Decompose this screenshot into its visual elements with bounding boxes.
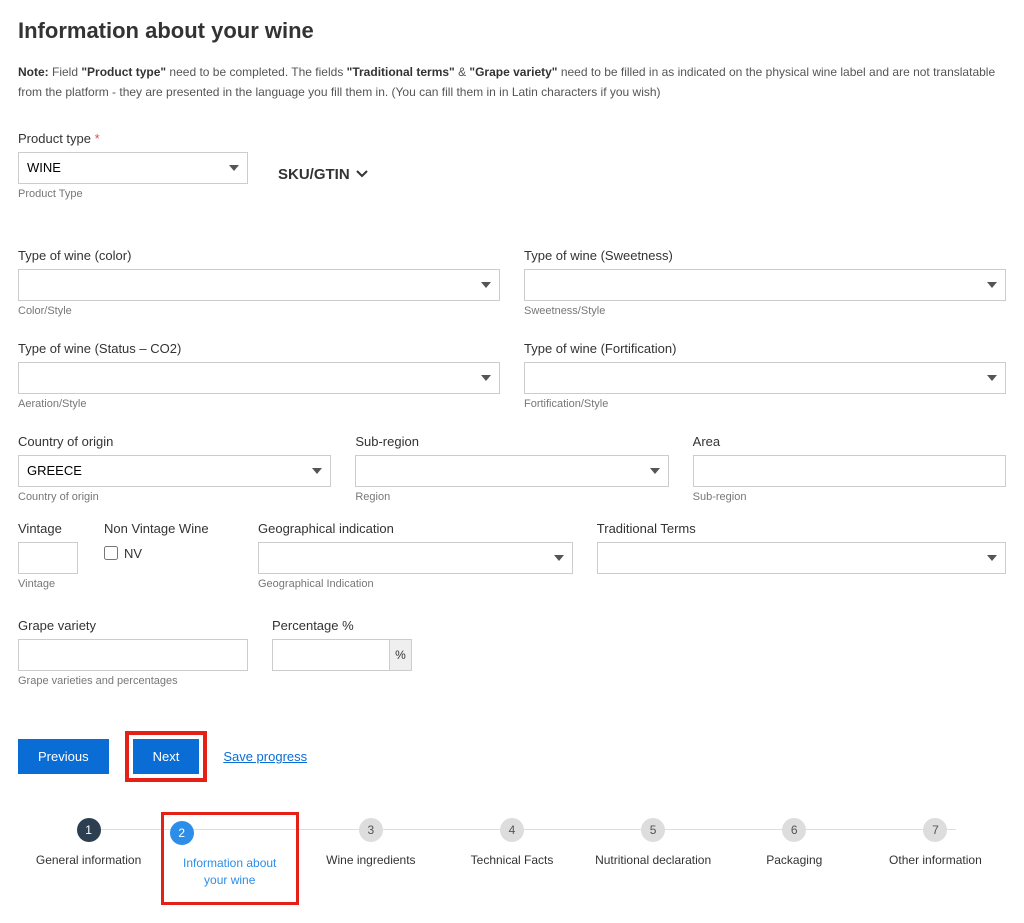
- grape-helper: Grape varieties and percentages: [18, 675, 248, 687]
- country-helper: Country of origin: [18, 491, 331, 503]
- step-3-label: Wine ingredients: [326, 852, 415, 869]
- pct-label: Percentage %: [272, 618, 412, 633]
- subregion-select[interactable]: [355, 455, 668, 487]
- nv-label: Non Vintage Wine: [104, 521, 234, 536]
- step-2-circle: 2: [170, 821, 194, 845]
- type-sweetness-select[interactable]: [524, 269, 1006, 301]
- sku-gtin-toggle[interactable]: SKU/GTIN: [278, 166, 368, 183]
- type-sweetness-field: Type of wine (Sweetness) Sweetness/Style: [524, 248, 1006, 317]
- product-type-label: Product type *: [18, 131, 248, 146]
- stepper: 1 General information 2 Information abou…: [18, 818, 1006, 906]
- step-5[interactable]: 5 Nutritional declaration: [583, 818, 724, 869]
- type-fort-field: Type of wine (Fortification) Fortificati…: [524, 341, 1006, 410]
- step-3[interactable]: 3 Wine ingredients: [300, 818, 441, 869]
- pct-input[interactable]: [272, 639, 390, 671]
- vintage-field: Vintage Vintage: [18, 521, 80, 590]
- type-sweetness-label: Type of wine (Sweetness): [524, 248, 1006, 263]
- type-sweetness-helper: Sweetness/Style: [524, 305, 1006, 317]
- step-2-highlight: 2 Information about your wine: [161, 812, 299, 906]
- area-label: Area: [693, 434, 1006, 449]
- previous-button[interactable]: Previous: [18, 739, 109, 774]
- type-status-helper: Aeration/Style: [18, 398, 500, 410]
- trad-select[interactable]: [597, 542, 1006, 574]
- trad-label: Traditional Terms: [597, 521, 1006, 536]
- grape-input[interactable]: [18, 639, 248, 671]
- country-label: Country of origin: [18, 434, 331, 449]
- step-5-label: Nutritional declaration: [595, 852, 711, 869]
- type-status-field: Type of wine (Status – CO2) Aeration/Sty…: [18, 341, 500, 410]
- subregion-field: Sub-region Region: [355, 434, 668, 503]
- geo-field: Geographical indication Geographical Ind…: [258, 521, 573, 590]
- save-progress-link[interactable]: Save progress: [223, 749, 307, 764]
- type-color-helper: Color/Style: [18, 305, 500, 317]
- grape-field: Grape variety Grape varieties and percen…: [18, 618, 248, 687]
- geo-label: Geographical indication: [258, 521, 573, 536]
- product-type-select[interactable]: WINE: [18, 152, 248, 184]
- vintage-helper: Vintage: [18, 578, 80, 590]
- next-button-highlight: Next: [125, 731, 208, 782]
- step-6[interactable]: 6 Packaging: [724, 818, 865, 869]
- vintage-label: Vintage: [18, 521, 80, 536]
- nv-checkbox[interactable]: [104, 546, 118, 560]
- type-color-label: Type of wine (color): [18, 248, 500, 263]
- step-4-label: Technical Facts: [471, 852, 554, 869]
- geo-select[interactable]: [258, 542, 573, 574]
- country-select[interactable]: GREECE: [18, 455, 331, 487]
- type-fort-helper: Fortification/Style: [524, 398, 1006, 410]
- grape-label: Grape variety: [18, 618, 248, 633]
- area-helper: Sub-region: [693, 491, 1006, 503]
- product-type-helper: Product Type: [18, 188, 248, 200]
- product-type-field: Product type * WINE Product Type: [18, 131, 248, 200]
- vintage-input[interactable]: [18, 542, 78, 574]
- area-input[interactable]: [693, 455, 1006, 487]
- note-text: Note: Field "Product type" need to be co…: [18, 62, 1006, 103]
- step-2-label: Information about your wine: [170, 855, 290, 889]
- step-7-label: Other information: [889, 852, 982, 869]
- next-button[interactable]: Next: [133, 739, 200, 774]
- step-1[interactable]: 1 General information: [18, 818, 159, 869]
- type-status-label: Type of wine (Status – CO2): [18, 341, 500, 356]
- step-2[interactable]: 2 Information about your wine: [159, 818, 300, 906]
- geo-helper: Geographical Indication: [258, 578, 573, 590]
- type-color-field: Type of wine (color) Color/Style: [18, 248, 500, 317]
- type-color-select[interactable]: [18, 269, 500, 301]
- nv-checkbox-label[interactable]: NV: [104, 546, 234, 561]
- pct-field: Percentage % %: [272, 618, 412, 687]
- nv-block: Non Vintage Wine NV: [104, 521, 234, 561]
- type-fort-label: Type of wine (Fortification): [524, 341, 1006, 356]
- step-6-label: Packaging: [766, 852, 822, 869]
- page-title: Information about your wine: [18, 18, 1006, 44]
- pct-suffix: %: [390, 639, 412, 671]
- type-fort-select[interactable]: [524, 362, 1006, 394]
- country-field: Country of origin GREECE Country of orig…: [18, 434, 331, 503]
- step-1-label: General information: [36, 852, 141, 869]
- trad-field: Traditional Terms: [597, 521, 1006, 574]
- area-field: Area Sub-region: [693, 434, 1006, 503]
- step-7[interactable]: 7 Other information: [865, 818, 1006, 869]
- subregion-label: Sub-region: [355, 434, 668, 449]
- subregion-helper: Region: [355, 491, 668, 503]
- chevron-down-icon: [356, 168, 368, 180]
- type-status-select[interactable]: [18, 362, 500, 394]
- step-4[interactable]: 4 Technical Facts: [441, 818, 582, 869]
